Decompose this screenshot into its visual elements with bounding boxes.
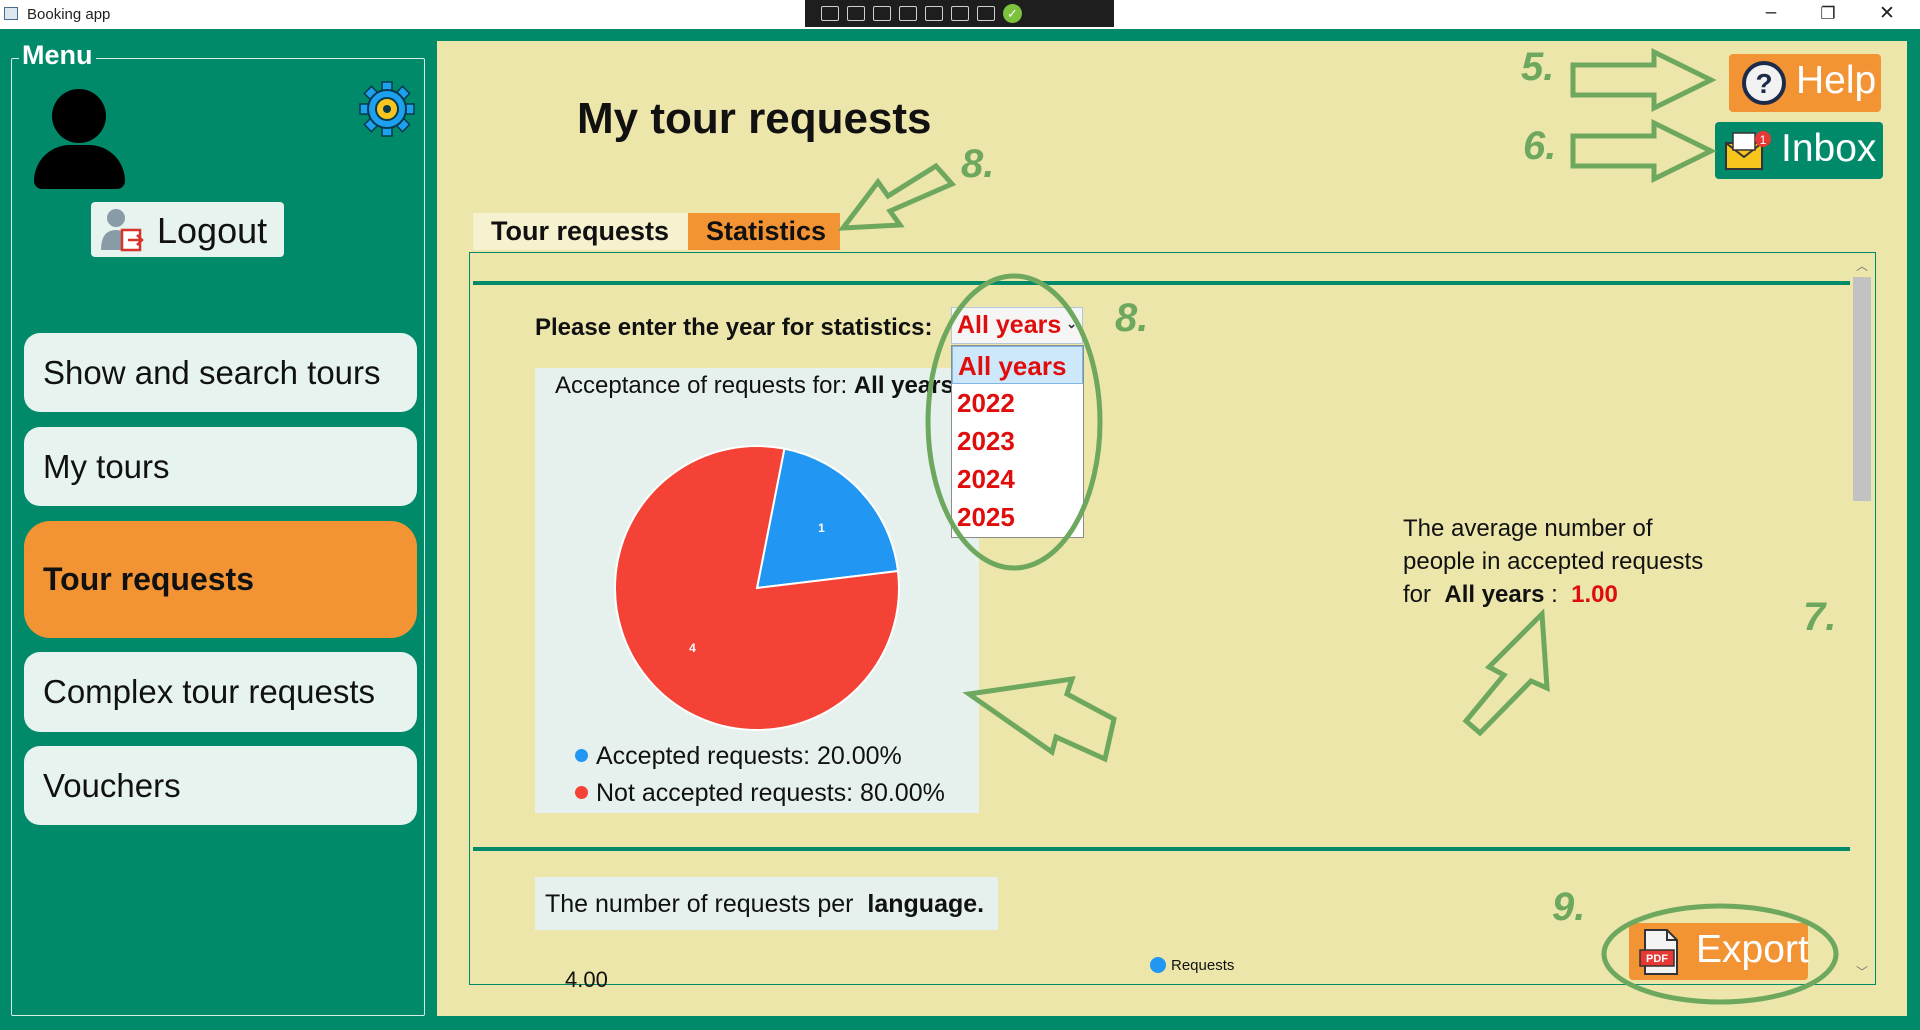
average-year: All years xyxy=(1444,581,1545,608)
year-select[interactable]: All years ⌄ xyxy=(951,307,1083,344)
annotation-number: 8. xyxy=(1115,296,1149,340)
average-value: 1.00 xyxy=(1571,581,1618,608)
export-button[interactable]: PDF Export xyxy=(1629,923,1809,980)
language-title-prefix: The number of requests per xyxy=(545,890,861,918)
language-legend: Requests xyxy=(1150,957,1234,974)
legend-accepted: Accepted requests: 20.00% xyxy=(575,742,902,771)
language-legend-label: Requests xyxy=(1171,957,1235,974)
legend-not-accepted: Not accepted requests: 80.00% xyxy=(575,779,945,808)
legend-not-accepted-label: Not accepted requests: 80.00% xyxy=(596,779,945,807)
language-chart-title: The number of requests per language. xyxy=(545,890,984,919)
year-option[interactable]: All years xyxy=(952,346,1083,384)
pie-slice-value-label: 1 xyxy=(818,521,825,535)
export-label: Export xyxy=(1696,928,1809,971)
legend-accepted-label: Accepted requests: 20.00% xyxy=(596,742,902,770)
annotation-number: 5. xyxy=(1521,45,1555,89)
language-title-bold: language. xyxy=(867,890,985,918)
annotation-number: 9. xyxy=(1552,885,1586,929)
annotation-number: 6. xyxy=(1523,124,1557,168)
average-line-3: for All years : 1.00 xyxy=(1403,578,1733,611)
chevron-down-icon: ⌄ xyxy=(1066,316,1077,331)
pie-slice-value-label: 4 xyxy=(689,641,696,655)
average-for: for xyxy=(1403,581,1432,608)
average-colon: : xyxy=(1551,581,1558,608)
pdf-icon-text: PDF xyxy=(1646,953,1668,965)
annotation-number: 8. xyxy=(961,142,995,186)
annotation-number: 7. xyxy=(1803,595,1837,639)
language-y-tick: 4.00 xyxy=(565,967,608,992)
year-option[interactable]: 2022 xyxy=(952,384,1083,422)
legend-dot-requests xyxy=(1150,957,1166,973)
year-select-value: All years xyxy=(957,311,1062,339)
year-option[interactable]: 2023 xyxy=(952,422,1083,460)
year-option[interactable]: 2024 xyxy=(952,460,1083,498)
year-dropdown: All years 2022 2023 2024 2025 xyxy=(951,345,1084,538)
average-people-text: The average number of people in accepted… xyxy=(1403,512,1733,611)
legend-dot-not-accepted xyxy=(575,786,588,799)
year-option[interactable]: 2025 xyxy=(952,498,1083,536)
pdf-file-icon: PDF xyxy=(1639,929,1678,975)
legend-dot-accepted xyxy=(575,749,588,762)
average-line-1: The average number of xyxy=(1403,515,1653,542)
average-line-2: people in accepted requests xyxy=(1403,548,1704,575)
